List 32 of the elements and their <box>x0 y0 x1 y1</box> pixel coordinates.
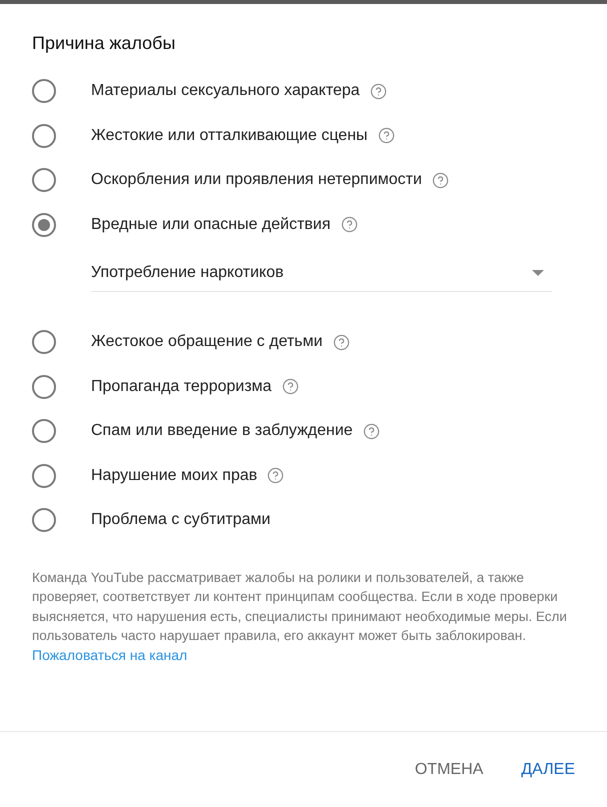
option-label[interactable]: Жестокие или отталкивающие сцены <box>91 124 368 148</box>
radio-button[interactable] <box>32 508 56 532</box>
help-icon[interactable] <box>378 127 395 144</box>
radio-button[interactable] <box>32 374 56 399</box>
radio-button[interactable] <box>32 124 56 148</box>
help-icon[interactable] <box>282 378 299 396</box>
dialog-title: Причина жалобы <box>32 32 176 55</box>
radio-button[interactable] <box>32 168 56 192</box>
help-icon[interactable] <box>267 467 284 484</box>
cancel-button[interactable]: ОТМЕНА <box>402 750 496 790</box>
radio-button[interactable] <box>32 212 56 237</box>
radio-button[interactable] <box>32 419 56 444</box>
radio-button[interactable] <box>32 79 56 104</box>
help-icon[interactable] <box>432 172 449 189</box>
option-label[interactable]: Вредные или опасные действия <box>91 212 331 237</box>
caret-icon <box>532 270 544 276</box>
help-icon[interactable] <box>362 422 380 440</box>
radio-button[interactable] <box>32 330 56 354</box>
option-label[interactable]: Нарушение моих прав <box>91 464 258 488</box>
help-icon[interactable] <box>340 216 358 234</box>
option-label[interactable]: Проблема с субтитрами <box>91 508 270 532</box>
radio-button[interactable] <box>32 464 56 488</box>
option-label[interactable]: Пропаганда терроризма <box>91 374 272 399</box>
dropdown-field[interactable]: Употребление наркотиков <box>91 261 552 292</box>
option-label[interactable]: Жестокое обращение с детьми <box>91 330 323 354</box>
option-label[interactable]: Оскорбления или проявления нетерпимости <box>91 168 422 192</box>
option-label[interactable]: Спам или введение в заблуждение <box>91 419 353 444</box>
next-button[interactable]: ДАЛЕЕ <box>509 750 587 790</box>
help-icon[interactable] <box>370 82 387 100</box>
option-label[interactable]: Материалы сексуального характера <box>91 79 360 104</box>
help-icon[interactable] <box>332 334 350 351</box>
info-paragraph: Команда YouTube рассматривает жалобы на ролики и пользователей, а также проверяет, соответствует ли контент принципам сообщества. Если в ходе проверки выясняется, что нарушения есть, специалисты принимают необходимые меры. Если пользователь часто нарушает правила, его аккаунт может быть заблокирован. <box>32 568 568 645</box>
